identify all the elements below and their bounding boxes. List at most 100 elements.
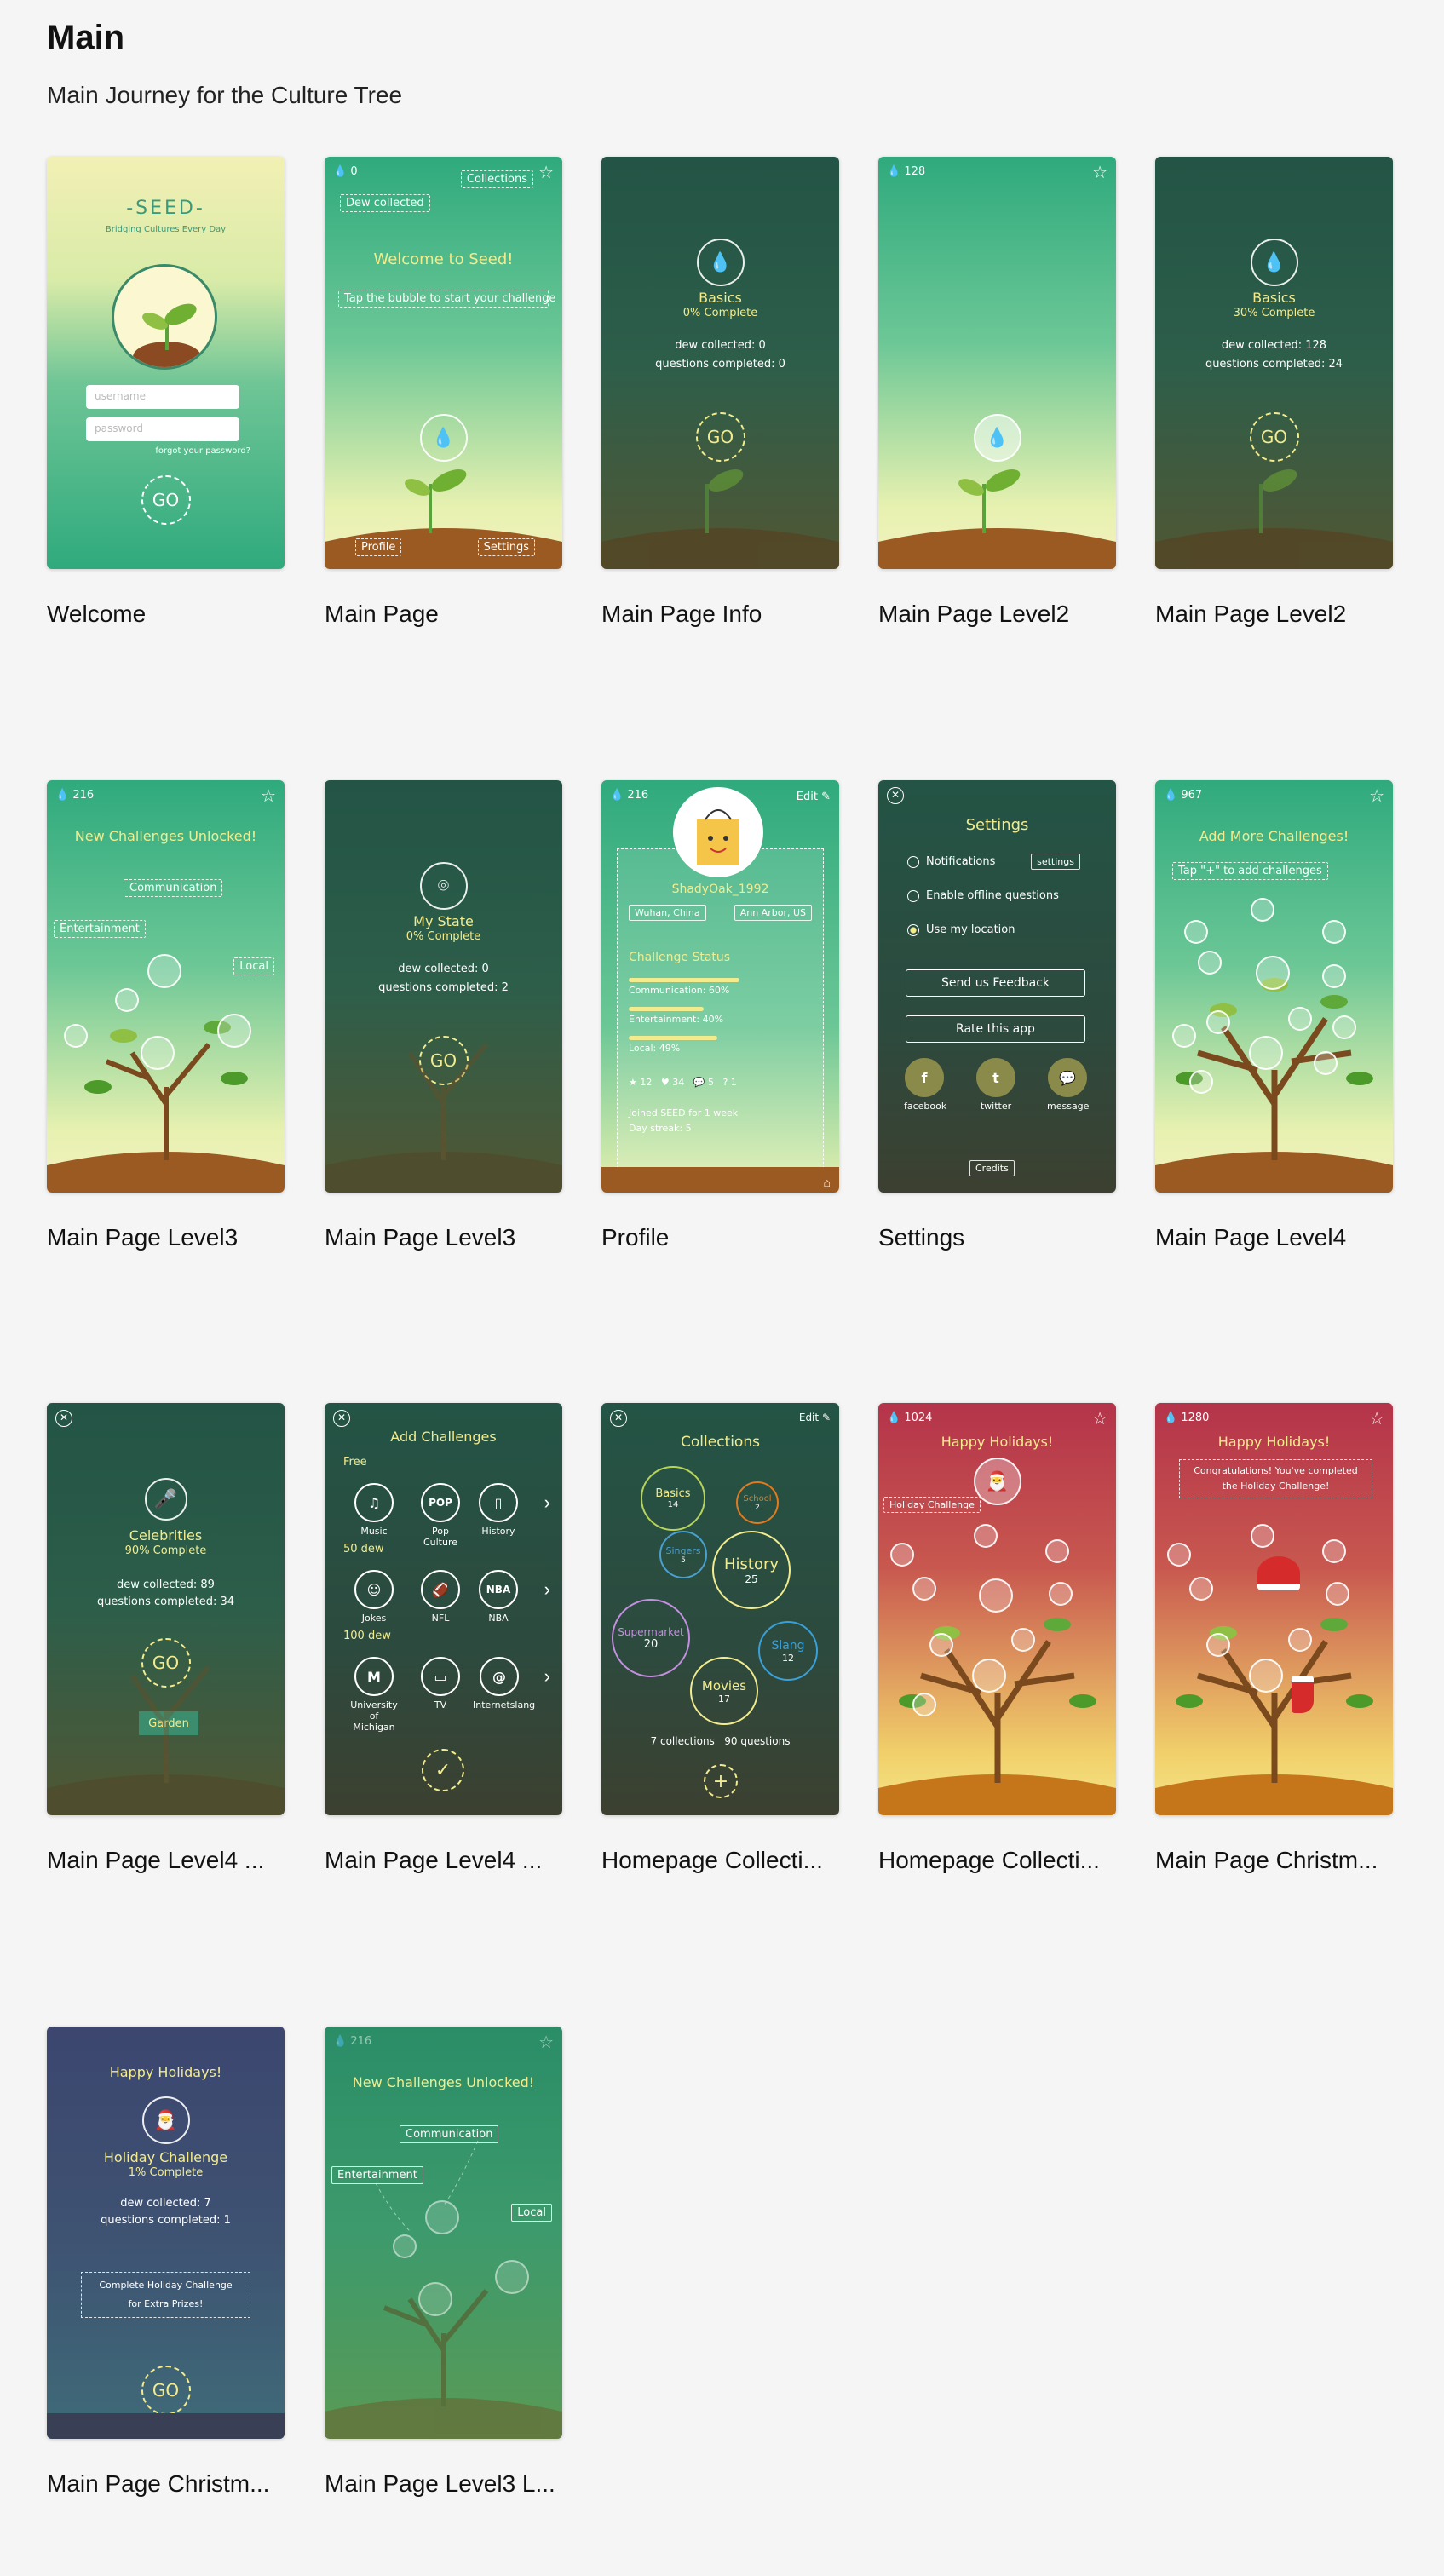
bubble[interactable] xyxy=(1288,1007,1312,1031)
bubble-entertainment-2[interactable] xyxy=(64,1024,88,1048)
challenge-music[interactable]: ♫ Music xyxy=(354,1483,394,1537)
bubble[interactable] xyxy=(1198,951,1222,975)
challenge-jokes[interactable]: ☺ Jokes xyxy=(354,1570,394,1624)
card-celebrities[interactable]: ✕ 🎤 Celebrities 90% Complete dew collect… xyxy=(47,1403,285,1815)
challenge-nfl[interactable]: 🏈 NFL xyxy=(420,1570,461,1624)
card-main-page-level4[interactable]: 💧 967 ☆ Add More Challenges! Tap "+" to … xyxy=(1155,780,1393,1193)
notifications-settings-button[interactable]: settings xyxy=(1031,854,1080,870)
add-bubble[interactable] xyxy=(1251,1524,1274,1548)
bubble[interactable] xyxy=(1189,1577,1213,1601)
bubble[interactable] xyxy=(1332,1015,1356,1039)
profile-button[interactable]: Profile xyxy=(355,538,402,556)
challenge-internetslang[interactable]: @ Internetslang xyxy=(473,1657,535,1711)
add-bubble[interactable] xyxy=(1322,920,1346,944)
bubble-communication[interactable] xyxy=(147,954,181,988)
radio[interactable] xyxy=(907,889,919,902)
bubble[interactable] xyxy=(912,1577,936,1601)
bubble-basics[interactable] xyxy=(141,1036,175,1070)
credits-button[interactable]: Credits xyxy=(969,1160,1015,1176)
bubble[interactable] xyxy=(1322,964,1346,988)
close-icon[interactable]: ✕ xyxy=(610,1410,627,1427)
collection-slang[interactable]: Slang 12 xyxy=(758,1621,818,1681)
card-main-page-level2-info[interactable]: 💧 Basics 30% Complete dew collected: 128… xyxy=(1155,157,1393,569)
card-main-page-level2[interactable]: 💧 128 ☆ 💧 xyxy=(878,157,1116,569)
bubble[interactable] xyxy=(972,1659,1006,1693)
collection-singers[interactable]: Singers 5 xyxy=(659,1531,707,1578)
add-bubble[interactable] xyxy=(1045,1539,1069,1563)
location-option[interactable]: Use my location xyxy=(907,923,1015,936)
bubble[interactable] xyxy=(979,1578,1013,1613)
bubble[interactable] xyxy=(1249,1036,1283,1070)
bubble[interactable] xyxy=(1206,1633,1230,1657)
facebook-share[interactable]: f facebook xyxy=(904,1058,946,1112)
challenge-history[interactable]: ▯ History xyxy=(478,1483,519,1537)
bubble[interactable] xyxy=(1189,1070,1213,1094)
bubble[interactable] xyxy=(1011,1628,1035,1652)
edit-button[interactable]: Edit ✎ xyxy=(797,791,831,803)
bubble-entertainment[interactable] xyxy=(115,988,139,1012)
bubble[interactable] xyxy=(1172,1024,1196,1048)
bubble-entertainment[interactable] xyxy=(393,2234,417,2258)
bubble-communication[interactable] xyxy=(425,2200,459,2234)
collection-movies[interactable]: Movies 17 xyxy=(690,1657,758,1725)
edit-button[interactable]: Edit ✎ xyxy=(799,1412,831,1423)
card-add-challenges[interactable]: ✕ Add Challenges Free 50 dew 100 dew ♫ Mu… xyxy=(325,1403,562,1815)
challenge-umich[interactable]: M University of Michigan xyxy=(348,1657,400,1733)
chevron-right-icon[interactable]: › xyxy=(544,1665,550,1688)
notifications-option[interactable]: Notifications xyxy=(907,855,995,868)
username-field[interactable]: username xyxy=(86,385,239,409)
radio-selected[interactable] xyxy=(907,923,919,936)
card-main-page-level3-locked[interactable]: 💧 216 ☆ New Challenges Unlocked! Communi… xyxy=(325,2027,562,2439)
close-icon[interactable]: ✕ xyxy=(887,787,904,804)
offline-option[interactable]: Enable offline questions xyxy=(907,889,1059,902)
forgot-password-link[interactable]: forgot your password? xyxy=(155,446,250,456)
settings-button[interactable]: Settings xyxy=(477,538,535,556)
card-holiday-complete[interactable]: 💧 1280 ☆ Happy Holidays! Congratulations… xyxy=(1155,1403,1393,1815)
collection-basics[interactable]: Basics 14 xyxy=(641,1466,705,1531)
bubble-local[interactable] xyxy=(217,1014,251,1048)
go-button[interactable]: GO xyxy=(141,475,191,525)
bubble[interactable] xyxy=(1206,1010,1230,1034)
collection-school[interactable]: School 2 xyxy=(736,1481,779,1524)
bubble[interactable] xyxy=(1049,1582,1073,1606)
message-share[interactable]: 💬 message xyxy=(1047,1058,1089,1112)
confirm-check-button[interactable]: ✓ xyxy=(422,1749,464,1791)
bubble[interactable] xyxy=(1249,1659,1283,1693)
card-my-state[interactable]: ⌾ My State 0% Complete dew collected: 0 … xyxy=(325,780,562,1193)
card-main-page-info[interactable]: 💧 Basics 0% Complete dew collected: 0 qu… xyxy=(601,157,839,569)
collection-supermarket[interactable]: Supermarket 20 xyxy=(612,1599,690,1677)
add-bubble[interactable] xyxy=(974,1524,998,1548)
twitter-share[interactable]: t twitter xyxy=(975,1058,1016,1112)
card-main-page-level3[interactable]: 💧 216 ☆ New Challenges Unlocked! Communi… xyxy=(47,780,285,1193)
bubble[interactable] xyxy=(929,1633,953,1657)
close-icon[interactable]: ✕ xyxy=(333,1410,350,1427)
card-collections[interactable]: ✕ Edit ✎ Collections Basics 14 School 2 Si… xyxy=(601,1403,839,1815)
add-bubble[interactable] xyxy=(890,1543,914,1567)
challenge-tv[interactable]: ▭ TV xyxy=(420,1657,461,1711)
challenge-nba[interactable]: NBA NBA xyxy=(478,1570,519,1624)
bubble-communication[interactable] xyxy=(1256,956,1290,990)
bubble[interactable] xyxy=(912,1693,936,1716)
bubble-basics[interactable] xyxy=(418,2282,452,2316)
challenge-pop-culture[interactable]: POP Pop Culture xyxy=(415,1483,466,1548)
add-bubble[interactable] xyxy=(1167,1543,1191,1567)
card-settings[interactable]: ✕ Settings Notifications settings Enable… xyxy=(878,780,1116,1193)
bubble[interactable] xyxy=(1326,1582,1349,1606)
home-icon[interactable]: ⌂ xyxy=(824,1176,831,1189)
chevron-right-icon[interactable]: › xyxy=(544,1492,550,1514)
go-button[interactable]: GO xyxy=(141,2366,191,2415)
collection-history[interactable]: History 25 xyxy=(712,1531,791,1609)
feedback-button[interactable]: Send us Feedback xyxy=(906,969,1085,997)
card-welcome[interactable]: -SEED- Bridging Cultures Every Day usern… xyxy=(47,157,285,569)
card-holiday-info[interactable]: Happy Holidays! 🎅 Holiday Challenge 1% C… xyxy=(47,2027,285,2439)
radio[interactable] xyxy=(907,855,919,868)
card-holiday-tree[interactable]: 💧 1024 ☆ Happy Holidays! 🎅 Holiday Chall… xyxy=(878,1403,1116,1815)
add-bubble[interactable] xyxy=(1251,898,1274,922)
bubble[interactable] xyxy=(1314,1051,1338,1075)
add-bubble[interactable] xyxy=(1184,920,1208,944)
card-profile[interactable]: 💧 216 Edit ✎ ShadyOak_1992 Wuhan, China … xyxy=(601,780,839,1193)
card-main-page[interactable]: 💧 0 Collections ☆ Dew collected Welcome … xyxy=(325,157,562,569)
chevron-right-icon[interactable]: › xyxy=(544,1578,550,1601)
add-collection-button[interactable]: + xyxy=(704,1764,738,1798)
bubble[interactable] xyxy=(1288,1628,1312,1652)
